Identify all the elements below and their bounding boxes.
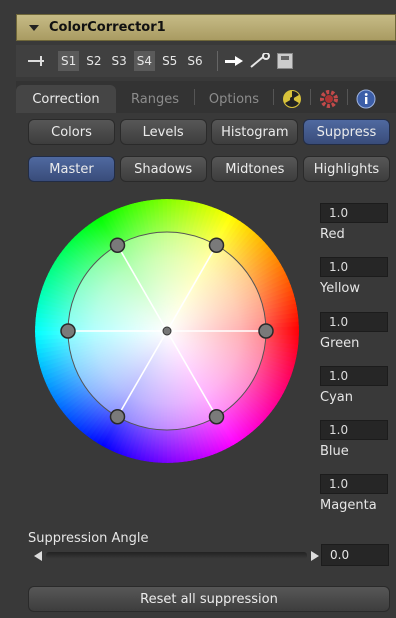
suppression-angle-slider[interactable]: [34, 550, 319, 562]
info-icon[interactable]: [348, 85, 384, 113]
slot-s6[interactable]: S6: [184, 51, 205, 71]
suppression-color-wheel[interactable]: [31, 195, 303, 467]
slider-track[interactable]: [46, 552, 307, 559]
cyan-label: Cyan: [320, 390, 353, 405]
suppression-handle[interactable]: [208, 408, 225, 425]
shadows-button[interactable]: Shadows: [119, 156, 207, 182]
blue-value: 1.0 Blue: [320, 420, 390, 459]
green-label: Green: [320, 336, 360, 351]
tab-ranges[interactable]: Ranges: [116, 85, 194, 113]
slot-s3[interactable]: S3: [109, 51, 130, 71]
tool-button-row: Colors Levels Histogram Suppress: [28, 119, 390, 145]
blue-input[interactable]: 1.0: [320, 420, 388, 440]
cyan-value: 1.0 Cyan: [320, 366, 390, 405]
slider-left-arrow-icon[interactable]: [34, 551, 42, 561]
picker-icon[interactable]: [249, 53, 271, 69]
magenta-value: 1.0 Magenta: [320, 474, 390, 513]
tab-options[interactable]: Options: [195, 85, 273, 113]
suppression-handle[interactable]: [109, 408, 126, 425]
suppression-angle-input[interactable]: 0.0: [321, 544, 389, 566]
magenta-label: Magenta: [320, 498, 377, 513]
radiation-icon[interactable]: [274, 85, 310, 113]
green-input[interactable]: 1.0: [320, 312, 388, 332]
suppression-handle[interactable]: [258, 323, 274, 339]
colors-button[interactable]: Colors: [28, 119, 115, 145]
master-button[interactable]: Master: [28, 156, 115, 182]
midtones-button[interactable]: Midtones: [211, 156, 299, 182]
red-value: 1.0 Red: [320, 203, 390, 242]
green-value: 1.0 Green: [320, 312, 390, 351]
suppression-handle[interactable]: [208, 237, 225, 254]
slot-s5[interactable]: S5: [159, 51, 180, 71]
yellow-label: Yellow: [320, 281, 361, 296]
tab-correction[interactable]: Correction: [16, 85, 116, 113]
suppress-button[interactable]: Suppress: [302, 119, 390, 145]
collapse-triangle-icon[interactable]: [29, 24, 39, 31]
slot-s4[interactable]: S4: [133, 51, 156, 71]
tool-title: ColorCorrector1: [49, 20, 166, 35]
color-corrector-panel: ColorCorrector1 S1 S2 S3 S4 S5 S6 Correc…: [0, 0, 396, 618]
levels-button[interactable]: Levels: [119, 119, 207, 145]
divider: [216, 51, 218, 71]
tab-bar: Correction Ranges Options: [16, 81, 396, 113]
reset-suppression-button[interactable]: Reset all suppression: [28, 586, 390, 612]
suppression-handle[interactable]: [109, 237, 126, 254]
save-icon[interactable]: [276, 53, 293, 69]
magenta-input[interactable]: 1.0: [320, 474, 388, 494]
wheel-center-point: [162, 326, 172, 336]
yellow-value: 1.0 Yellow: [320, 257, 390, 296]
suppression-handle[interactable]: [60, 323, 76, 339]
slider-right-arrow-icon[interactable]: [311, 551, 319, 561]
range-button-row: Master Shadows Midtones Highlights: [28, 156, 390, 182]
yellow-input[interactable]: 1.0: [320, 257, 388, 277]
gear-icon[interactable]: [311, 85, 347, 113]
highlights-button[interactable]: Highlights: [302, 156, 390, 182]
blue-label: Blue: [320, 444, 349, 459]
red-input[interactable]: 1.0: [320, 203, 388, 223]
version-slot-bar: S1 S2 S3 S4 S5 S6: [16, 45, 396, 77]
slot-s2[interactable]: S2: [83, 51, 104, 71]
arrow-icon[interactable]: [224, 55, 243, 67]
red-label: Red: [320, 227, 345, 242]
slot-s1[interactable]: S1: [58, 51, 80, 71]
pin-icon[interactable]: [28, 55, 48, 67]
tool-titlebar[interactable]: ColorCorrector1: [16, 14, 396, 41]
suppression-angle-label: Suppression Angle: [28, 531, 149, 546]
histogram-button[interactable]: Histogram: [211, 119, 299, 145]
cyan-input[interactable]: 1.0: [320, 366, 388, 386]
